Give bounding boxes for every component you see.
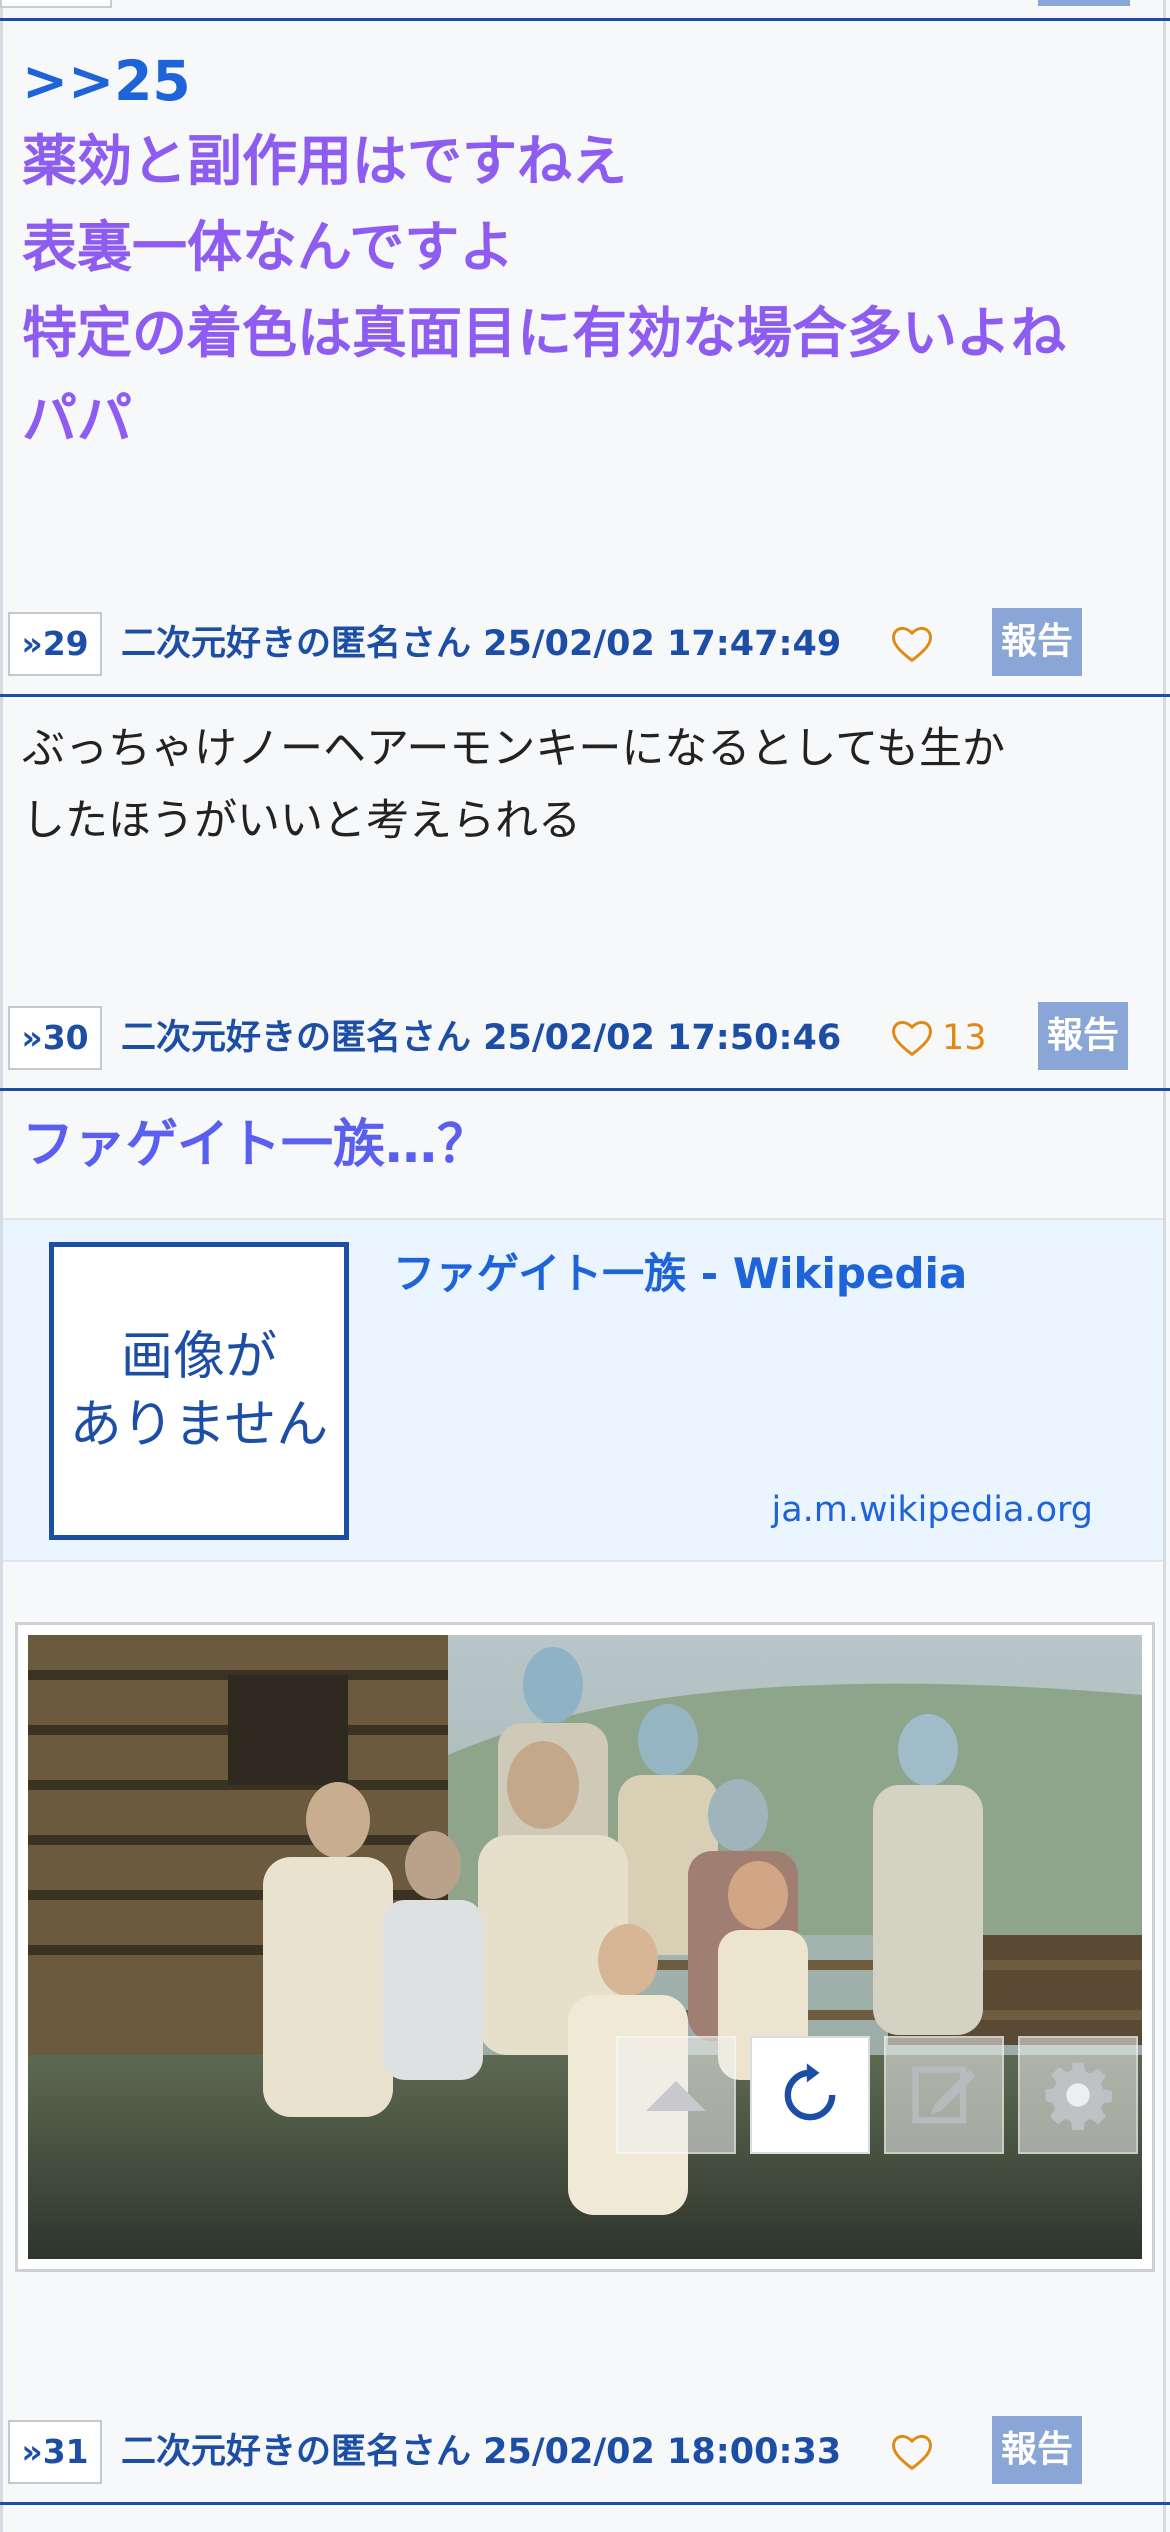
heart-icon	[892, 1021, 932, 1057]
post-line: パパ	[22, 387, 133, 451]
link-title[interactable]: ファゲイト一族 - Wikipedia	[393, 1240, 967, 1301]
post-line: 特定の着色は真面目に有効な場合多いよね	[22, 301, 1066, 365]
post-line: したほうがいいと考えられる	[22, 796, 581, 846]
attached-image-frame[interactable]	[15, 1622, 1155, 2272]
res-number-button[interactable]: »30	[8, 1006, 102, 1070]
image-edit-button[interactable]	[884, 2036, 1004, 2154]
like-button[interactable]: 13	[890, 1006, 987, 1070]
edit-icon	[912, 2066, 976, 2124]
divider	[0, 1088, 1170, 1091]
link-preview-card[interactable]: 画像が ありません ファゲイト一族 - Wikipedia ja.m.wikip…	[3, 1218, 1163, 1562]
poster-info: 二次元好きの匿名さん 25/02/02 17:50:46	[121, 1018, 842, 1058]
report-button[interactable]: 報告	[992, 2416, 1082, 2484]
image-reload-button[interactable]	[750, 2036, 870, 2154]
report-button[interactable]: 報告	[1038, 1002, 1128, 1070]
report-button[interactable]: 報告	[992, 608, 1082, 676]
res-number-button[interactable]: »31	[8, 2420, 102, 2484]
attached-image[interactable]	[28, 1635, 1142, 2259]
reply-anchor-link[interactable]: >>25	[22, 38, 191, 124]
res-number-button[interactable]: »29	[8, 612, 102, 676]
image-settings-button[interactable]	[1018, 2036, 1138, 2154]
post-line: 薬効と副作用はですねえ	[22, 129, 628, 193]
previous-res-number-box[interactable]	[0, 0, 112, 8]
divider	[0, 2502, 1170, 2505]
triangle-up-icon	[646, 2081, 706, 2111]
refresh-icon	[784, 2063, 836, 2121]
divider	[0, 18, 1170, 21]
like-button[interactable]	[890, 2420, 934, 2484]
heart-icon	[892, 627, 932, 663]
poster-info: 二次元好きの匿名さん 25/02/02 17:47:49	[121, 624, 842, 664]
previous-report-button[interactable]	[1038, 0, 1130, 6]
post-line: ぶっちゃけノーヘアーモンキーになるとしても生か	[22, 724, 1005, 774]
family-painting-image	[28, 1635, 1142, 2259]
post-meta-30: »30 二次元好きの匿名さん 25/02/02 17:50:46 13 報告	[8, 996, 1158, 1076]
post-meta-29: »29 二次元好きの匿名さん 25/02/02 17:47:49 報告	[8, 602, 1158, 682]
no-image-placeholder: 画像が ありません	[49, 1242, 349, 1540]
heart-icon	[892, 2435, 932, 2471]
post-line: 表裏一体なんですよ	[22, 215, 515, 279]
like-button[interactable]	[890, 612, 934, 676]
poster-info: 二次元好きの匿名さん 25/02/02 18:00:33	[121, 2432, 842, 2472]
post-title: ファゲイト一族…？	[22, 1115, 489, 1175]
post-meta-31: »31 二次元好きの匿名さん 25/02/02 18:00:33 報告	[8, 2410, 1158, 2490]
image-scroll-up-button[interactable]	[616, 2036, 736, 2154]
link-domain: ja.m.wikipedia.org	[771, 1490, 1093, 1530]
like-count: 13	[942, 1018, 987, 1058]
gear-icon	[1045, 2062, 1112, 2131]
divider	[0, 694, 1170, 697]
